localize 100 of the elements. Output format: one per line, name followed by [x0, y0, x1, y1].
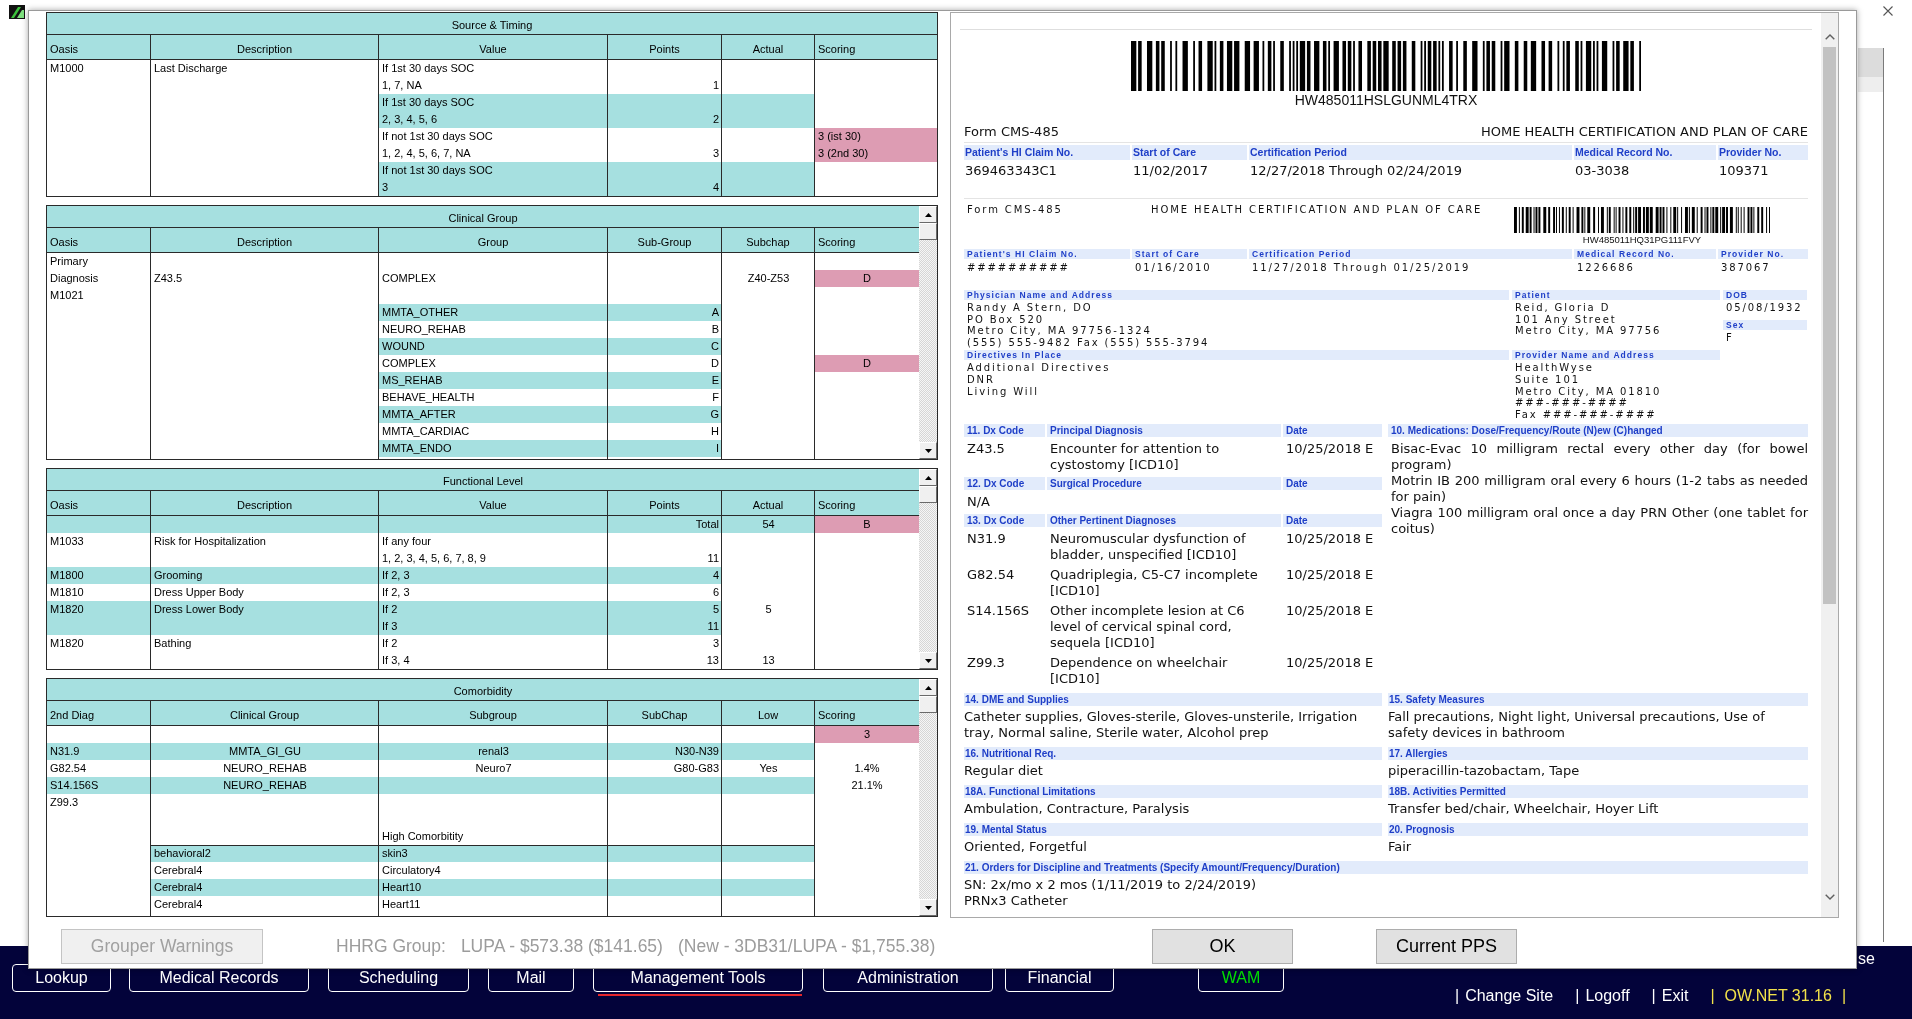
field-value: 109371	[1718, 162, 1770, 180]
table-cell-text: NEURO_REHAB	[381, 322, 467, 337]
table-cell-text: If any four	[381, 534, 432, 549]
table-cell-text: BEHAVE_HEALTH	[381, 390, 476, 405]
column-header: Actual	[722, 491, 815, 515]
field-label: Medical Record No.	[1574, 249, 1716, 259]
scroll-down-button[interactable]	[919, 652, 937, 669]
scroll-thumb[interactable]	[919, 696, 937, 713]
field-value: Regular diet	[964, 763, 1044, 780]
chevron-down-icon	[1824, 894, 1835, 900]
diagnosis-text: Quadriplegia, C5-C7 incomplete [ICD10]	[1049, 567, 1259, 600]
table-cell-text: Yes	[758, 761, 779, 776]
scroll-up-button[interactable]	[919, 469, 937, 486]
diagnosis-text: Encounter for attention to cystostomy [ICD10]	[1049, 441, 1221, 474]
table-cell-text: 11	[706, 551, 720, 566]
table-cell: 4	[608, 162, 722, 196]
table-cell: WOUND	[379, 338, 608, 355]
field-value: 11/02/2017	[1132, 162, 1209, 180]
footer-link[interactable]: Exit	[1661, 986, 1689, 1006]
scroll-down-button[interactable]	[919, 442, 937, 459]
field-value: 05/08/1932	[1725, 302, 1804, 314]
table-cell-text: Diagnosis	[49, 271, 100, 286]
close-icon[interactable]	[1883, 6, 1893, 16]
diagnosis-code: N31.9	[966, 531, 1007, 549]
field-label: Date	[1283, 514, 1382, 528]
form-heading: HOME HEALTH CERTIFICATION AND PLAN OF CARE	[1150, 204, 1484, 216]
table-cell: N31.9	[47, 743, 151, 760]
column-header: Points	[608, 491, 722, 515]
field-value: 387067	[1720, 261, 1772, 274]
field-label: DOB	[1723, 290, 1807, 300]
scrollbar[interactable]	[919, 206, 937, 459]
column-header: Low	[722, 701, 815, 725]
table-cell-text: Last Discharge	[153, 61, 229, 76]
column-header: Sub-Group	[608, 228, 722, 252]
table-cell-text: If 3, 4	[381, 653, 411, 668]
scroll-up-button[interactable]	[919, 679, 937, 696]
table-cell: Dress Lower Body	[151, 601, 379, 635]
table-cell-text: Cerebral4	[153, 897, 204, 912]
dialog-button[interactable]: Current PPS	[1376, 929, 1517, 964]
address-line: Metro City, MA 97756-1324	[966, 325, 1153, 337]
scroll-thumb[interactable]	[1823, 47, 1836, 604]
scroll-up-button[interactable]	[919, 206, 937, 223]
dialog-button[interactable]: OK	[1152, 929, 1293, 964]
column-header: Actual	[722, 35, 815, 59]
hhrg-new-value: (New - 3DB31/LUPA - $1,755.38)	[677, 936, 936, 957]
footer-link[interactable]: Change Site	[1465, 986, 1554, 1006]
table-cell-text: M1021	[49, 288, 85, 303]
directive-text: DNR	[966, 373, 996, 386]
field-label: Start of Care	[1132, 145, 1247, 160]
table-cell-text: 1, 2, 4, 5, 6, 7, NA	[381, 146, 472, 161]
address-line: PO Box 520	[966, 313, 1045, 326]
scroll-thumb[interactable]	[919, 486, 937, 503]
footer-link[interactable]: Logoff	[1585, 986, 1630, 1006]
table-cell-text: Primary	[49, 254, 89, 269]
diagnosis-date: 10/25/2018 E	[1285, 567, 1375, 585]
table-cell-text: 3	[711, 146, 720, 161]
scrollbar[interactable]	[1821, 13, 1838, 917]
field-label: Patient's HI Claim No.	[964, 249, 1130, 259]
separator-mark: |	[1455, 986, 1460, 1006]
table-cell-text: Bathing	[153, 636, 193, 651]
score-text: 3 (2nd 30)	[818, 146, 869, 161]
table-cell: MMTA_ENDO	[379, 440, 608, 457]
field-label: Physician Name and Address	[964, 290, 1509, 300]
medication-text: Viagra 100 milligram oral once a day PRN Other (one tablet for coitus)	[1390, 505, 1808, 538]
form-heading: HOME HEALTH CERTIFICATION AND PLAN OF CARE	[1481, 123, 1808, 140]
diagnosis-text: Neuromuscular dysfunction of bladder, unspecified [ICD10]	[1049, 531, 1247, 564]
field-label: Date	[1283, 424, 1382, 438]
table-cell: 4	[608, 567, 722, 584]
table-cell-text: 3	[711, 636, 720, 651]
scrollbar[interactable]	[919, 679, 937, 916]
table-cell-text: Z40-Z53	[746, 271, 791, 286]
column-header: Scoring	[817, 235, 857, 250]
table-cell-text: Cerebral4	[153, 863, 204, 878]
field-label: 18A. Functional Limitations	[964, 785, 1382, 799]
field-label: 12. Dx Code	[964, 477, 1045, 491]
table-cell-text: Dress Upper Body	[153, 585, 245, 600]
column-header: Scoring	[817, 708, 857, 723]
diagnosis-text: Dependence on wheelchair [ICD10]	[1049, 655, 1229, 688]
address-line: Fax ###-###-####	[1514, 408, 1658, 421]
diagnosis-date: 10/25/2018 E	[1285, 531, 1375, 549]
separator-mark: |	[1651, 986, 1656, 1006]
address-line: (555) 555-9482 Fax (555) 555-3794	[966, 336, 1211, 349]
diagnosis-code: N/A	[966, 494, 991, 511]
diagnosis-date: 10/25/2018 E	[1285, 655, 1375, 673]
scroll-thumb[interactable]	[919, 223, 937, 240]
field-label: Certification Period	[1249, 249, 1572, 259]
table-cell-text: Z43.5	[153, 271, 184, 286]
field-value: 369463343C1	[964, 162, 1058, 180]
table-cell-text: Z99.3	[49, 795, 80, 810]
directive-text: Additional Directives	[966, 362, 1112, 374]
table-cell-text: High Comorbitity	[381, 829, 465, 844]
table-cell-text: 1	[711, 78, 720, 93]
score-text: 3 (ist 30)	[818, 129, 861, 144]
down-arrow-icon	[924, 448, 932, 453]
field-label: 20. Prognosis	[1388, 823, 1808, 837]
scroll-down-button[interactable]	[919, 899, 937, 916]
scrollbar[interactable]	[919, 469, 937, 669]
table-cell-text: 5	[764, 602, 773, 617]
column-header: 2nd Diag	[47, 701, 151, 725]
field-label: Patient's HI Claim No.	[964, 145, 1130, 160]
